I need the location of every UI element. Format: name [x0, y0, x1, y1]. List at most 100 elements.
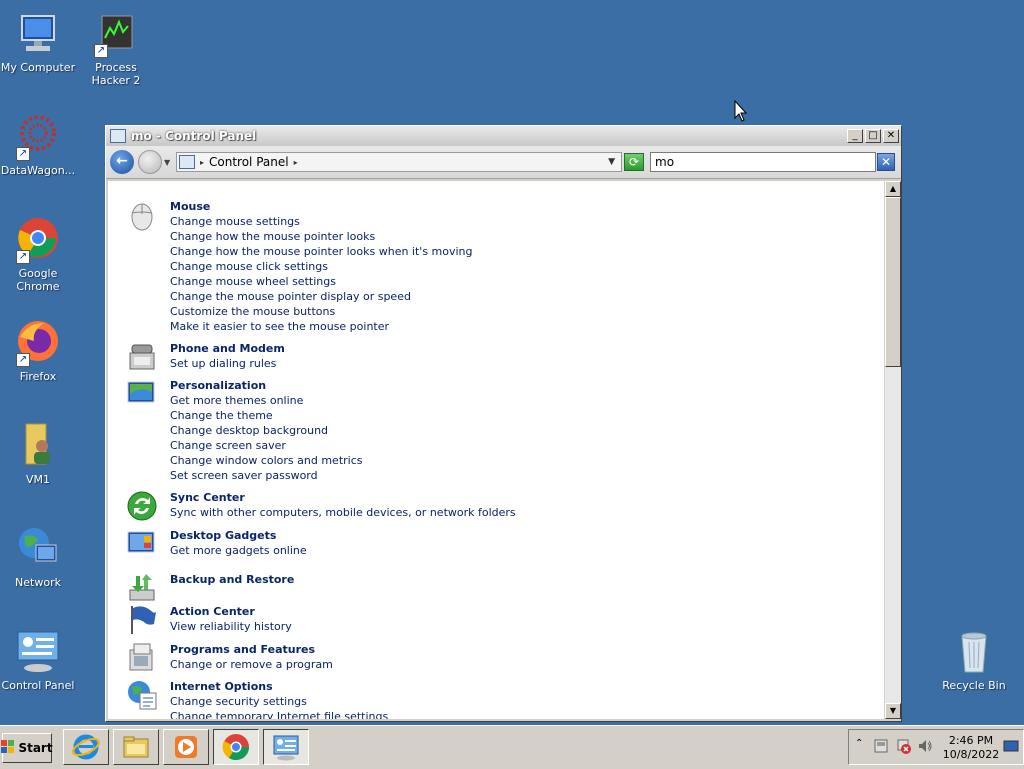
result-link[interactable]: Get more gadgets online: [170, 543, 770, 558]
shortcut-arrow-icon: ↗: [94, 44, 108, 58]
title-bar[interactable]: mo - Control Panel _ □ ✕: [106, 126, 901, 146]
datawagon-icon: ↗: [14, 113, 62, 161]
shortcut-arrow-icon: ↗: [16, 353, 30, 367]
clear-search-button[interactable]: ✕: [877, 153, 895, 171]
result-link[interactable]: Set screen saver password: [170, 468, 770, 483]
start-button[interactable]: Start: [1, 733, 53, 763]
personalization-icon: [126, 378, 158, 410]
breadcrumb-chevron-icon[interactable]: ▸: [294, 158, 298, 167]
backup-icon: [126, 572, 158, 604]
result-title[interactable]: Programs and Features: [170, 642, 770, 657]
back-button[interactable]: ←: [110, 150, 134, 174]
tray-clock[interactable]: 2:46 PM 10/8/2022: [931, 734, 1011, 762]
desktop-icon-label: Process Hacker 2: [91, 61, 141, 87]
forward-button[interactable]: [138, 150, 162, 174]
result-link[interactable]: Change how the mouse pointer looks when …: [170, 244, 770, 259]
result-link[interactable]: Change mouse settings: [170, 214, 770, 229]
process-hacker-icon: ↗: [92, 10, 140, 58]
chrome-icon: ↗: [14, 216, 62, 264]
result-link[interactable]: Change screen saver: [170, 438, 770, 453]
desktop-icon-label: Control Panel: [1, 679, 75, 692]
address-dropdown-icon[interactable]: ▼: [608, 157, 615, 167]
refresh-button[interactable]: ⟳: [624, 153, 644, 171]
taskbar-media-player[interactable]: [163, 729, 209, 765]
phone-icon: [126, 341, 158, 373]
desktop-icon-network[interactable]: Network: [0, 525, 76, 589]
result-link[interactable]: Change window colors and metrics: [170, 453, 770, 468]
result-link[interactable]: Change temporary Internet file settings: [170, 709, 770, 719]
user-folder-icon: [14, 422, 62, 470]
desktop-icon-label: Google Chrome: [16, 267, 60, 293]
result-link[interactable]: Set up dialing rules: [170, 356, 770, 371]
maximize-button[interactable]: □: [865, 129, 881, 143]
result-link[interactable]: Change the theme: [170, 408, 770, 423]
result-link[interactable]: Change desktop background: [170, 423, 770, 438]
result-title[interactable]: Action Center: [170, 604, 770, 619]
address-bar[interactable]: ▸ Control Panel ▸ ▼: [176, 152, 622, 172]
scroll-down-button[interactable]: ▼: [885, 703, 901, 719]
scroll-up-button[interactable]: ▲: [885, 181, 901, 197]
result-title[interactable]: Internet Options: [170, 679, 770, 694]
breadcrumb-chevron-icon[interactable]: ▸: [200, 158, 204, 167]
desktop-icon-label: VM1: [25, 473, 50, 486]
desktop-icon-label: Network: [15, 576, 61, 589]
control-panel-window[interactable]: mo - Control Panel _ □ ✕ ← ▼ ▸ Control P…: [105, 125, 902, 722]
breadcrumb-control-panel[interactable]: Control Panel: [209, 155, 289, 169]
internet-explorer-icon: [72, 734, 100, 760]
desktop-icon-my-computer[interactable]: My Computer: [0, 10, 76, 74]
show-hidden-icons-button[interactable]: ⌃: [855, 738, 863, 749]
close-button[interactable]: ✕: [883, 129, 899, 143]
search-input[interactable]: mo: [650, 152, 876, 172]
desktop-icon-recycle-bin[interactable]: Recycle Bin: [936, 628, 1012, 692]
result-link[interactable]: Change security settings: [170, 694, 770, 709]
desktop-icon-datawagon[interactable]: ↗ DataWagon...: [0, 113, 76, 177]
result-link[interactable]: Change mouse wheel settings: [170, 274, 770, 289]
result-link[interactable]: Customize the mouse buttons: [170, 304, 770, 319]
mouse-cursor-icon: [734, 99, 748, 125]
result-link[interactable]: Change the mouse pointer display or spee…: [170, 289, 770, 304]
taskbar-explorer[interactable]: [113, 729, 159, 765]
result-title[interactable]: Phone and Modem: [170, 341, 770, 356]
desktop-icon-label: Recycle Bin: [942, 679, 1006, 692]
network-globe-icon: [14, 525, 62, 573]
programs-icon: [126, 642, 158, 674]
desktop-icon-firefox[interactable]: ↗ Firefox: [0, 319, 76, 383]
result-title[interactable]: Sync Center: [170, 490, 770, 505]
taskbar-internet-explorer[interactable]: [63, 729, 109, 765]
system-tray: ⌃ 2:46 PM 10/8/2022: [848, 729, 1024, 765]
start-label: Start: [18, 741, 53, 755]
gadgets-icon: [126, 528, 158, 560]
minimize-button[interactable]: _: [847, 129, 863, 143]
firefox-icon: ↗: [14, 319, 62, 367]
control-panel-small-icon: [110, 129, 126, 143]
scroll-thumb[interactable]: [885, 197, 901, 367]
navigation-bar: ← ▼ ▸ Control Panel ▸ ▼ ⟳ mo ✕: [106, 146, 901, 179]
vertical-scrollbar[interactable]: ▲ ▼: [885, 181, 901, 719]
network-tray-icon[interactable]: [895, 738, 911, 757]
result-link[interactable]: Change mouse click settings: [170, 259, 770, 274]
shortcut-arrow-icon: ↗: [16, 147, 30, 161]
result-title[interactable]: Personalization: [170, 378, 770, 393]
result-title[interactable]: Mouse: [170, 199, 770, 214]
desktop-icon-vm1[interactable]: VM1: [0, 422, 76, 486]
result-link[interactable]: Get more themes online: [170, 393, 770, 408]
show-desktop-button[interactable]: [1003, 738, 1019, 757]
desktop-icon-google-chrome[interactable]: ↗ Google Chrome: [0, 216, 76, 293]
action-center-tray-icon[interactable]: [873, 738, 889, 757]
recent-pages-dropdown[interactable]: ▼: [164, 158, 174, 167]
desktop-icon-process-hacker[interactable]: ↗ Process Hacker 2: [78, 10, 154, 87]
result-title[interactable]: Backup and Restore: [170, 572, 770, 587]
taskbar-google-chrome[interactable]: [213, 729, 259, 765]
control-panel-icon: [14, 628, 62, 676]
desktop-icon-control-panel[interactable]: Control Panel: [0, 628, 76, 692]
taskbar: Start ⌃ 2:46 PM 10/8/2022: [0, 725, 1024, 769]
result-link[interactable]: View reliability history: [170, 619, 770, 634]
windows-logo-icon: [1, 739, 15, 757]
result-link[interactable]: Sync with other computers, mobile device…: [170, 505, 770, 520]
result-link[interactable]: Change or remove a program: [170, 657, 770, 672]
taskbar-control-panel[interactable]: [263, 729, 309, 765]
result-link[interactable]: Make it easier to see the mouse pointer: [170, 319, 770, 334]
mouse-icon: [126, 199, 158, 231]
result-link[interactable]: Change how the mouse pointer looks: [170, 229, 770, 244]
result-title[interactable]: Desktop Gadgets: [170, 528, 770, 543]
